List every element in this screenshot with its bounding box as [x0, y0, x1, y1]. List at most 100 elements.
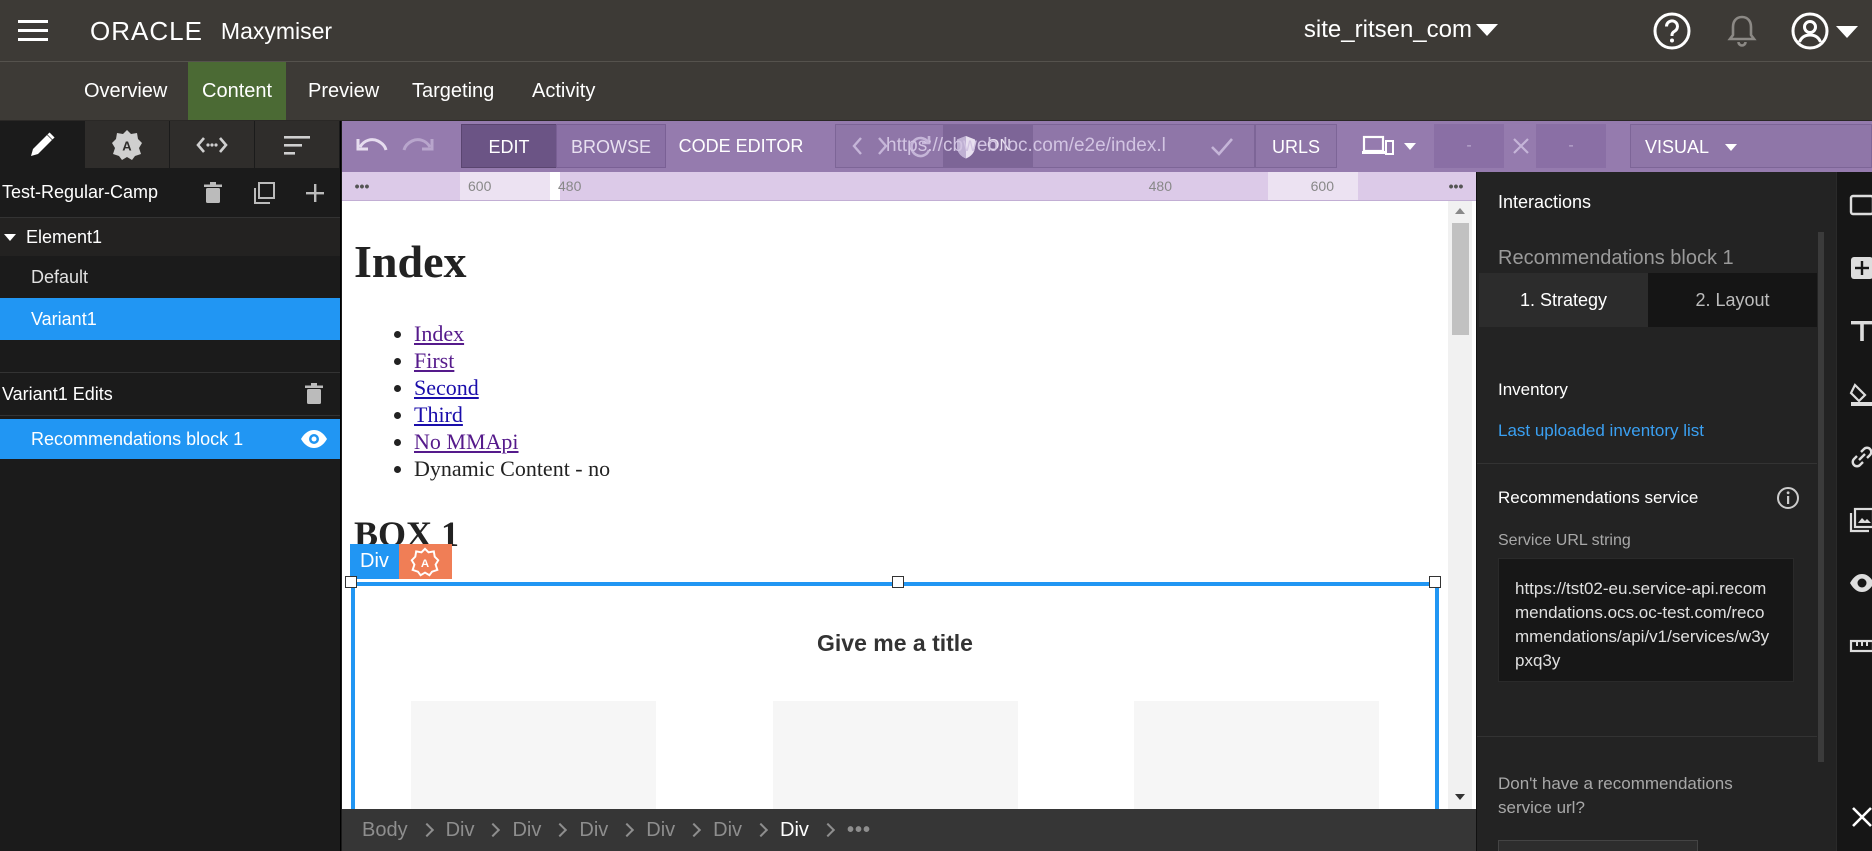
request-service-button[interactable]	[1498, 840, 1698, 851]
trash-icon[interactable]	[200, 180, 226, 206]
scroll-down-icon[interactable]	[1454, 793, 1466, 801]
crumb-div[interactable]: Div	[713, 819, 742, 842]
nav-preview[interactable]: Preview	[294, 62, 393, 120]
scroll-up-icon[interactable]	[1454, 207, 1466, 215]
code-editor-button[interactable]: CODE EDITOR	[676, 124, 806, 168]
user-icon[interactable]	[1790, 11, 1830, 51]
link-third[interactable]: Third	[414, 402, 463, 427]
panel-subtitle: Recommendations block 1	[1498, 247, 1734, 269]
chevron-right-icon	[820, 822, 836, 838]
service-url-field[interactable]: https://tst02-eu.service-api.recommendat…	[1498, 558, 1794, 682]
crumb-body[interactable]: Body	[362, 819, 408, 842]
browse-mode-button[interactable]: BROWSE	[556, 124, 666, 168]
crumb-more[interactable]: •••	[847, 819, 871, 842]
resize-handle[interactable]	[892, 576, 904, 588]
ruler-more-right[interactable]: •••	[1436, 172, 1476, 200]
visual-mode-select[interactable]: VISUAL	[1630, 124, 1872, 168]
edit-mode-button[interactable]: EDIT	[461, 124, 557, 168]
variant-default[interactable]: Default	[0, 256, 340, 298]
tab-strategy[interactable]: 1. Strategy	[1479, 273, 1648, 327]
no-service-text: Don't have a recommendations service url…	[1498, 774, 1733, 817]
page-canvas[interactable]: Index Index First Second Third No MMApi …	[342, 201, 1476, 809]
info-icon[interactable]	[1776, 486, 1800, 510]
selection-tag-div[interactable]: Div	[350, 544, 399, 579]
link-no-mmapi[interactable]: No MMApi	[414, 429, 519, 454]
chevron-down-icon[interactable]	[1404, 143, 1416, 150]
crumb-div[interactable]: Div	[512, 819, 541, 842]
help-icon[interactable]	[1652, 11, 1692, 51]
tab-personalization[interactable]: A	[85, 121, 170, 168]
resize-handle[interactable]	[1429, 576, 1441, 588]
nav-content[interactable]: Content	[188, 62, 287, 120]
nav-activity[interactable]: Activity	[518, 62, 609, 120]
nav-targeting[interactable]: Targeting	[398, 62, 508, 120]
viewport-width[interactable]: -	[1434, 124, 1504, 168]
eye-icon[interactable]	[1849, 570, 1872, 596]
plus-icon[interactable]	[302, 180, 328, 206]
brand-logo: ORACLE Maxymiser	[90, 16, 332, 46]
ruler-more-left[interactable]: •••	[342, 172, 382, 200]
check-icon[interactable]	[1210, 136, 1234, 156]
images-icon[interactable]	[1849, 507, 1872, 533]
scroll-thumb[interactable]	[1452, 223, 1469, 335]
close-icon[interactable]	[1849, 804, 1872, 830]
chevron-down-icon[interactable]	[1836, 26, 1858, 38]
url-input[interactable]: https://cbweb.loc.com/e2e/index.l	[872, 124, 1212, 168]
campaign-name: Test-Regular-Camp	[2, 182, 159, 202]
list-item: Dynamic Content - no	[414, 455, 610, 482]
resize-handle[interactable]	[345, 576, 357, 588]
duplicate-icon[interactable]	[251, 180, 277, 206]
hamburger-icon[interactable]	[16, 14, 50, 48]
trash-icon[interactable]	[301, 381, 327, 407]
interactions-panel: Interactions Recommendations block 1 1. …	[1476, 172, 1836, 851]
element-name: Element1	[26, 226, 103, 247]
viewport-ruler: ••• 600 480 480 600 •••	[342, 172, 1476, 201]
inventory-link[interactable]: Last uploaded inventory list	[1498, 421, 1704, 441]
device-icon[interactable]	[1362, 134, 1394, 158]
edit-item[interactable]: Recommendations block 1	[0, 419, 340, 459]
folder-icon[interactable]	[1849, 192, 1872, 218]
viewport-height[interactable]: -	[1536, 124, 1606, 168]
urls-button[interactable]: URLS	[1255, 124, 1337, 168]
link-icon[interactable]	[1849, 444, 1872, 470]
eye-icon[interactable]	[300, 429, 328, 449]
tab-edit[interactable]	[0, 121, 85, 168]
tab-layout[interactable]: 2. Layout	[1648, 273, 1817, 327]
redo-icon[interactable]	[400, 133, 434, 159]
crumb-div[interactable]: Div	[646, 819, 675, 842]
add-box-icon[interactable]	[1849, 255, 1872, 281]
canvas-scrollbar[interactable]	[1448, 201, 1472, 809]
personalize-badge[interactable]: A	[398, 544, 452, 579]
selected-element[interactable]: Give me a title	[345, 576, 1441, 809]
recommendation-card	[773, 701, 1018, 809]
fill-color-icon[interactable]	[1849, 381, 1872, 407]
variant-variant1[interactable]: Variant1	[0, 298, 340, 340]
pencil-icon	[31, 131, 55, 156]
page-link-list: Index First Second Third No MMApi Dynami…	[414, 320, 610, 482]
bell-icon[interactable]	[1722, 11, 1762, 51]
tab-code[interactable]	[170, 121, 255, 168]
element-row[interactable]: Element1	[0, 218, 340, 256]
undo-icon[interactable]	[356, 133, 390, 159]
chevron-right-icon	[687, 822, 702, 838]
ruler-mark-480-left: 480	[558, 178, 582, 194]
link-first[interactable]: First	[414, 348, 454, 373]
crumb-div[interactable]: Div	[446, 819, 475, 842]
caret-down-icon[interactable]	[4, 233, 16, 241]
left-panel: A Test-Regular-Camp Element1 Default Var…	[0, 121, 341, 851]
recommendation-card	[411, 701, 656, 809]
link-second[interactable]: Second	[414, 375, 479, 400]
panel-scrollbar[interactable]	[1818, 232, 1824, 762]
editor-toolbar: EDIT BROWSE CODE EDITOR ON https://cbweb…	[342, 121, 1872, 172]
inventory-label: Inventory	[1498, 380, 1568, 399]
crumb-div-active[interactable]: Div	[780, 819, 809, 842]
tab-sort[interactable]	[255, 121, 340, 168]
campaign-row[interactable]: Test-Regular-Camp	[0, 168, 340, 218]
ruler-icon[interactable]	[1849, 633, 1872, 659]
nav-overview[interactable]: Overview	[70, 62, 181, 120]
crumb-div[interactable]: Div	[579, 819, 608, 842]
site-selector[interactable]: site_ritsen_com	[1304, 16, 1498, 44]
link-index[interactable]: Index	[414, 321, 464, 346]
chevron-left-icon[interactable]	[850, 135, 864, 157]
text-icon[interactable]	[1849, 318, 1872, 344]
